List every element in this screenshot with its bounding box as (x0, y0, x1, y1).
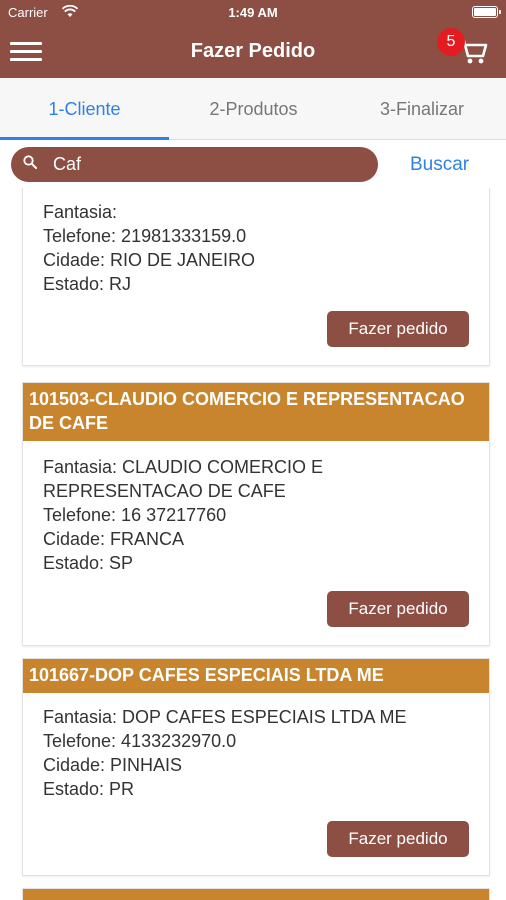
client-card: Fantasia: Telefone: 21981333159.0 Cidade… (22, 188, 490, 366)
tab-label: 2-Produtos (209, 99, 298, 119)
client-telefone: Telefone: 16 37217760 (43, 505, 227, 525)
tab-label: 1-Cliente (48, 99, 121, 119)
search-bar: Buscar (0, 140, 506, 188)
client-list[interactable]: Fantasia: Telefone: 21981333159.0 Cidade… (0, 188, 506, 900)
search-button[interactable]: Buscar (410, 154, 469, 176)
search-input[interactable] (53, 152, 353, 177)
fazer-pedido-button[interactable]: Fazer pedido (327, 591, 469, 627)
tab-produtos[interactable]: 2-Produtos (169, 78, 338, 140)
search-icon (23, 155, 37, 169)
client-card (22, 888, 490, 900)
tab-label: 3-Finalizar (379, 99, 465, 119)
client-card-header: 101503-CLAUDIO COMERCIO E REPRESENTACAO … (23, 383, 489, 441)
client-cidade: Cidade: RIO DE JANEIRO (43, 250, 256, 270)
client-details: Fantasia: DOP CAFES ESPECIAIS LTDA ME Te… (23, 693, 489, 801)
cart-count-badge: 5 (437, 28, 465, 56)
step-tabs: 1-Cliente 2-Produtos 3-Finalizar (0, 78, 506, 140)
client-estado: Estado: SP (43, 553, 134, 573)
client-cidade: Cidade: FRANCA (43, 529, 185, 549)
client-card-header (23, 889, 489, 900)
status-time: 1:49 AM (228, 5, 278, 20)
status-bar: Carrier 1:49 AM (0, 0, 506, 24)
client-estado: Estado: RJ (43, 274, 132, 294)
tab-cliente[interactable]: 1-Cliente (0, 78, 169, 140)
client-card-header: 101667-DOP CAFES ESPECIAIS LTDA ME (23, 659, 489, 693)
client-card: 101667-DOP CAFES ESPECIAIS LTDA ME Fanta… (22, 658, 490, 876)
fazer-pedido-button[interactable]: Fazer pedido (327, 311, 469, 347)
client-details: Fantasia: Telefone: 21981333159.0 Cidade… (23, 188, 489, 296)
client-card: 101503-CLAUDIO COMERCIO E REPRESENTACAO … (22, 382, 490, 646)
client-estado: Estado: PR (43, 779, 135, 799)
tab-finalizar[interactable]: 3-Finalizar (338, 78, 506, 140)
client-fantasia: Fantasia: CLAUDIO COMERCIO E REPRESENTAC… (43, 457, 324, 501)
client-telefone: Telefone: 21981333159.0 (43, 226, 247, 246)
client-cidade: Cidade: PINHAIS (43, 755, 183, 775)
client-telefone: Telefone: 4133232970.0 (43, 731, 237, 751)
client-fantasia: Fantasia: (43, 202, 118, 222)
search-box (11, 147, 378, 182)
client-fantasia: Fantasia: DOP CAFES ESPECIAIS LTDA ME (43, 707, 407, 727)
fazer-pedido-button[interactable]: Fazer pedido (327, 821, 469, 857)
battery-icon (472, 6, 501, 18)
nav-bar: Fazer Pedido 5 (0, 24, 506, 78)
client-details: Fantasia: CLAUDIO COMERCIO E REPRESENTAC… (23, 441, 489, 575)
page-title: Fazer Pedido (190, 40, 316, 62)
